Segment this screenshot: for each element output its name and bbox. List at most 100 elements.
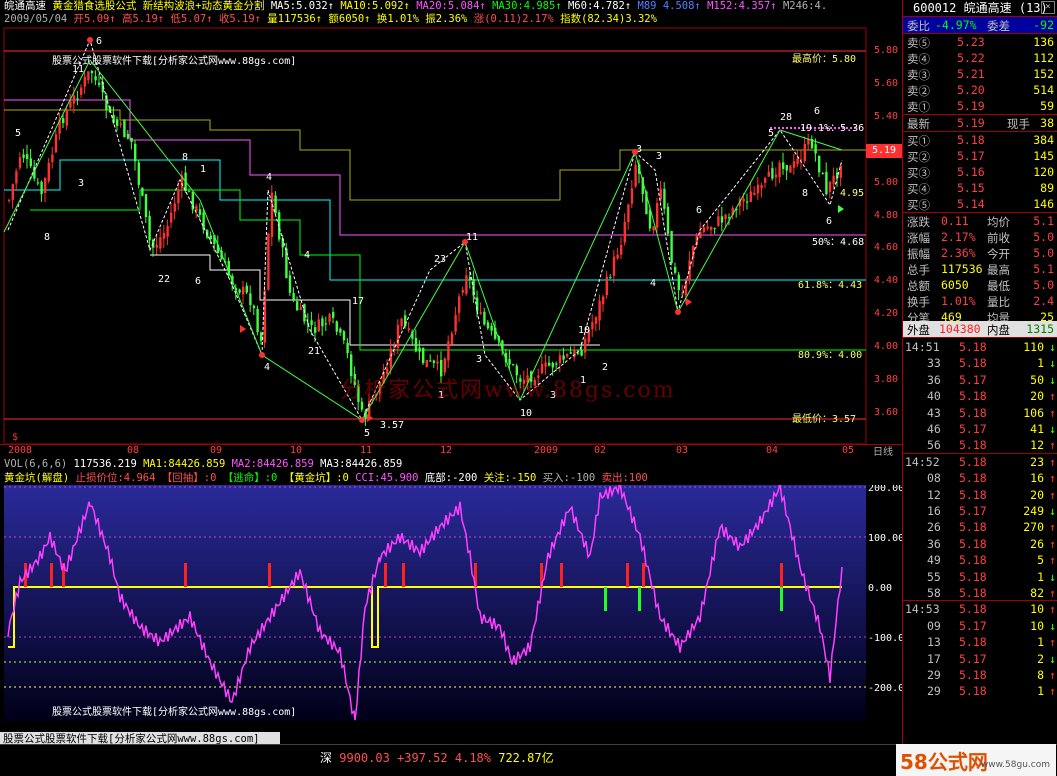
tick-price: 5.18 (959, 569, 987, 584)
date-tick-label: 08 (127, 445, 140, 456)
candle-body (422, 347, 425, 364)
inner-label: 内盘 (987, 323, 1010, 337)
tick-volume: 50 (1030, 372, 1044, 387)
candle-body (814, 144, 817, 154)
stat-label: 振幅 (907, 247, 930, 261)
tick-price: 5.18 (959, 520, 987, 535)
tick-price: 5.17 (959, 372, 987, 387)
candle-body (202, 212, 205, 230)
wave-number-label: 4 (266, 172, 272, 183)
candle-body (771, 168, 774, 179)
bid-price: 5.14 (957, 197, 985, 211)
tick-time: 08 (927, 471, 941, 486)
tick-volume: 10 (1030, 618, 1044, 633)
weibi-label: 委比 (907, 19, 930, 33)
fib-809b-label: 4.95 (840, 188, 865, 199)
candle-body (303, 304, 306, 322)
latest-price: 5.19 (957, 116, 985, 130)
tick-time: 16 (927, 504, 941, 518)
buy-signal-bar (638, 587, 641, 611)
candle-body (461, 289, 464, 293)
wave-number-label: 22 (158, 274, 170, 285)
candle-body (36, 182, 40, 184)
ask-label: 卖③ (907, 68, 930, 82)
bid-volume: 89 (1040, 181, 1054, 195)
tick-row: 29 5.18 8 ↑ (903, 667, 1057, 683)
price-chart[interactable]: 5 11 6 3 8 22 6 4 4 21 17 23 3 11 1 5 10 3 10 1 2 6 3 4 6 3 8 1 28 6 5… (0, 0, 902, 456)
stat-label: 均价 (987, 215, 1010, 229)
tick-volume: 2 (1037, 651, 1044, 666)
tick-volume: 12 (1030, 438, 1044, 453)
tick-direction-icon: ↑ (1049, 586, 1056, 600)
panel-divider (903, 452, 1057, 454)
close-value: 收5.19↑ (218, 13, 261, 25)
indicator-pane[interactable]: 黄金坑(解盘) 止损价位:4.964 【回抽】:0 【逃命】:0 【黄金坑】:0… (0, 471, 902, 732)
quote-panel: × 600012 皖通高速 (13) 委比 -4.97% 委差 -92 卖⑤ 5.23 13… (902, 0, 1057, 744)
tick-row: 12 5.18 20 ↑ (903, 487, 1057, 503)
tick-time: 29 (927, 668, 941, 682)
candle-body (832, 175, 835, 184)
period-button[interactable]: 日线 (866, 443, 900, 456)
candle-body (44, 177, 47, 193)
price-tick-label: 5.00 (874, 176, 899, 188)
panel-divider (903, 337, 1057, 338)
hand-label: 现手 (1007, 117, 1030, 131)
wave-number-label: 6 (826, 216, 832, 227)
candle-body (591, 322, 594, 330)
bid-volume: 145 (1033, 149, 1054, 163)
header-line-ohlc: 2009/05/04 开5.09↑ 高5.19↑ 低5.07↑ 收5.19↑ 量… (4, 13, 657, 26)
price-tick-label: 5.80 (874, 45, 899, 56)
candle-body (242, 286, 245, 295)
cci-axis-label: 200.00 (868, 485, 902, 494)
tick-volume: 26 (1030, 536, 1044, 551)
tick-time: 14:53 (905, 602, 940, 617)
tick-direction-icon: ↓ (1049, 569, 1056, 584)
cci-chart-svg[interactable]: 200.00 100.00 0.00 -100.00 -200.00 (0, 485, 902, 732)
candle-body (666, 206, 670, 234)
candle-body (29, 158, 32, 167)
signal-arrow-icon (838, 205, 844, 213)
wave-number-label: 17 (352, 296, 364, 307)
tick-price: 5.18 (959, 471, 987, 486)
candle-body (166, 225, 169, 237)
bid-row: 买② 5.17 145 (903, 148, 1057, 164)
tick-row: 33 5.18 1 ↓ (903, 355, 1057, 371)
candle-body (782, 162, 785, 169)
stat-label: 今开 (987, 247, 1010, 261)
low-mark-label: 3.57 (380, 420, 405, 431)
candle-body (605, 276, 608, 296)
date-tick-label: 10 (290, 445, 303, 456)
bid-row: 买⑤ 5.14 146 (903, 196, 1057, 212)
tick-direction-icon: ↓ (1049, 340, 1056, 354)
candle-body (162, 232, 166, 239)
tick-direction-icon: ↑ (1049, 684, 1056, 699)
candle-body (159, 237, 162, 249)
bid-row: 买③ 5.16 120 (903, 164, 1057, 180)
stat-label: 量比 (987, 295, 1010, 309)
stat-row: 涨跌 0.11 均价 5.1 (903, 213, 1057, 229)
fib-618-label: 61.8%：4.43 (798, 280, 863, 291)
price-tick-label: 4.40 (874, 275, 899, 287)
cci-axis-label: 100.00 (868, 533, 902, 544)
candle-body (746, 201, 749, 203)
price-tick-label: 5.40 (874, 110, 899, 122)
inner-value: 1315 (1026, 322, 1054, 336)
outer-value: 104380 (939, 322, 981, 336)
stat-value: 0.11 (941, 214, 969, 228)
weicha-label: 委差 (987, 19, 1010, 33)
sell-signal-bar (626, 563, 629, 587)
candle-body (339, 328, 342, 333)
tick-price: 5.18 (959, 668, 987, 682)
stat-value: 5.0 (1033, 246, 1054, 260)
candle-body (8, 199, 11, 201)
volume-value: 量117536↑ (267, 13, 323, 25)
candle-body (249, 293, 252, 306)
bid-price: 5.18 (957, 133, 985, 147)
candle-body (436, 361, 439, 364)
ticker-text: 深 9900.03 +397.52 4.18% 722.87亿 (320, 749, 554, 766)
bid-label: 买③ (907, 166, 930, 180)
candle-body (720, 216, 724, 223)
tick-time: 09 (927, 618, 941, 633)
tick-volume: 1 (1037, 356, 1044, 371)
bid-label: 买⑤ (907, 198, 930, 212)
